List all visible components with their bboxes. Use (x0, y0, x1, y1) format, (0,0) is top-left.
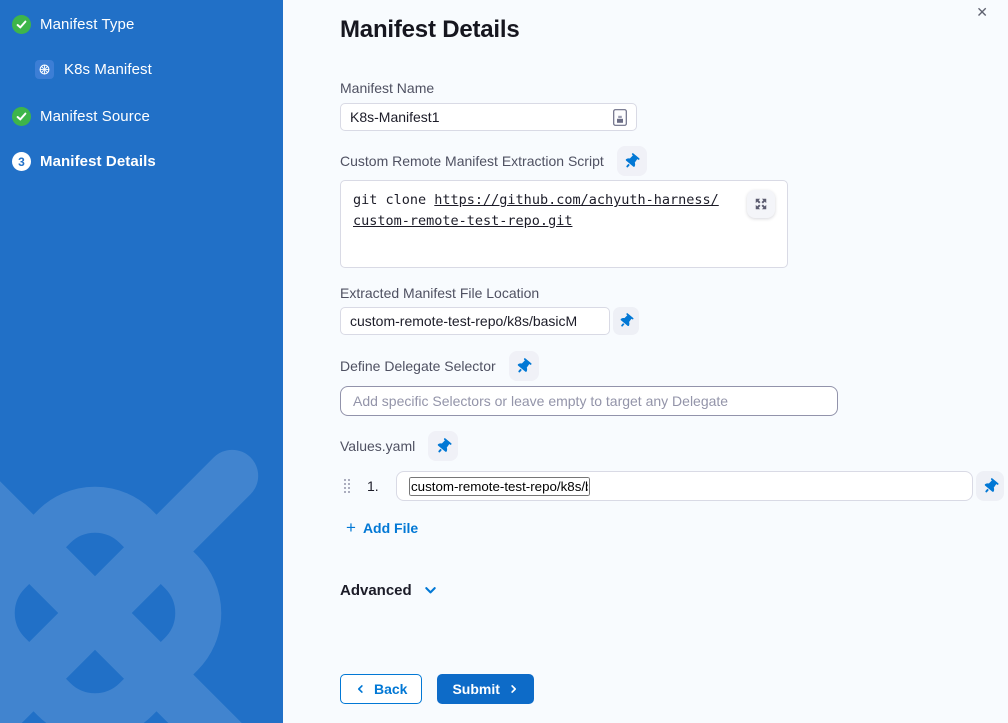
values-yaml-row: 1. (340, 471, 1004, 501)
back-button[interactable]: Back (340, 674, 422, 704)
values-yaml-label: Values.yaml (340, 438, 415, 454)
sidebar-substep-k8s-manifest[interactable]: K8s Manifest (0, 60, 283, 79)
pin-icon (622, 151, 642, 171)
pin-icon (617, 312, 635, 330)
add-file-label: Add File (363, 520, 418, 536)
delegate-selector-label: Define Delegate Selector (340, 358, 496, 374)
extracted-location-field (340, 307, 610, 335)
script-line: git clone https://github.com/achyuth-har… (353, 190, 775, 211)
chevron-left-icon (355, 683, 366, 695)
script-line: custom-remote-test-repo.git (353, 211, 775, 232)
manifest-wizard-dialog: Manifest Type K8s Manifest (0, 0, 1008, 723)
step-label: Manifest Type (40, 16, 134, 33)
expand-icon[interactable] (747, 190, 775, 218)
sidebar-step-manifest-details[interactable]: 3 Manifest Details (0, 152, 283, 171)
row-index: 1. (367, 478, 384, 494)
wizard-steps-sidebar: Manifest Type K8s Manifest (0, 0, 283, 723)
extracted-location-label: Extracted Manifest File Location (340, 285, 1008, 301)
advanced-label: Advanced (340, 582, 412, 599)
extraction-script-editor[interactable]: git clone https://github.com/achyuth-har… (340, 180, 788, 268)
runtime-input-pin-button[interactable] (613, 307, 639, 335)
delegate-selector-input[interactable] (340, 386, 838, 416)
kubernetes-icon (35, 60, 54, 79)
advanced-section-toggle[interactable]: Advanced (340, 582, 438, 599)
step-number-badge: 3 (12, 152, 31, 171)
add-file-button[interactable]: + Add File (346, 520, 418, 536)
substep-label: K8s Manifest (64, 61, 152, 78)
sidebar-step-manifest-source[interactable]: Manifest Source (0, 107, 283, 126)
values-file-path-input[interactable] (409, 477, 590, 496)
values-file-path-field (396, 471, 973, 501)
runtime-input-pin-button[interactable] (617, 146, 647, 176)
sidebar-step-manifest-type[interactable]: Manifest Type (0, 15, 283, 34)
drag-handle-icon[interactable] (344, 479, 350, 493)
runtime-input-pin-button[interactable] (976, 471, 1004, 501)
step-label: Manifest Source (40, 108, 150, 125)
pin-icon (514, 356, 534, 376)
close-icon[interactable]: ✕ (972, 1, 992, 23)
back-button-label: Back (374, 681, 407, 697)
pin-icon (980, 476, 1000, 496)
pin-icon (433, 436, 453, 456)
extracted-location-input[interactable] (350, 313, 600, 329)
manifest-details-panel: ✕ Manifest Details Manifest Name Custom … (283, 0, 1008, 723)
wizard-footer: Back Submit (340, 674, 1008, 704)
chevron-down-icon (423, 583, 438, 598)
manifest-name-field (340, 103, 637, 131)
submit-button[interactable]: Submit (437, 674, 533, 704)
runtime-input-pin-button[interactable] (509, 351, 539, 381)
fixed-value-type-icon[interactable] (613, 109, 627, 126)
harness-logo-watermark (0, 448, 260, 723)
step-complete-check-icon (12, 15, 31, 34)
script-url-part: https://github.com/achyuth-harness/ (434, 192, 718, 208)
manifest-name-input[interactable] (350, 109, 613, 125)
page-title: Manifest Details (340, 16, 1008, 44)
manifest-name-label: Manifest Name (340, 80, 1008, 96)
script-url-part: custom-remote-test-repo.git (353, 213, 572, 229)
step-label: Manifest Details (40, 153, 156, 170)
submit-button-label: Submit (452, 681, 499, 697)
plus-icon: + (346, 521, 356, 535)
extraction-script-label: Custom Remote Manifest Extraction Script (340, 153, 604, 169)
chevron-right-icon (508, 683, 519, 695)
runtime-input-pin-button[interactable] (428, 431, 458, 461)
step-complete-check-icon (12, 107, 31, 126)
